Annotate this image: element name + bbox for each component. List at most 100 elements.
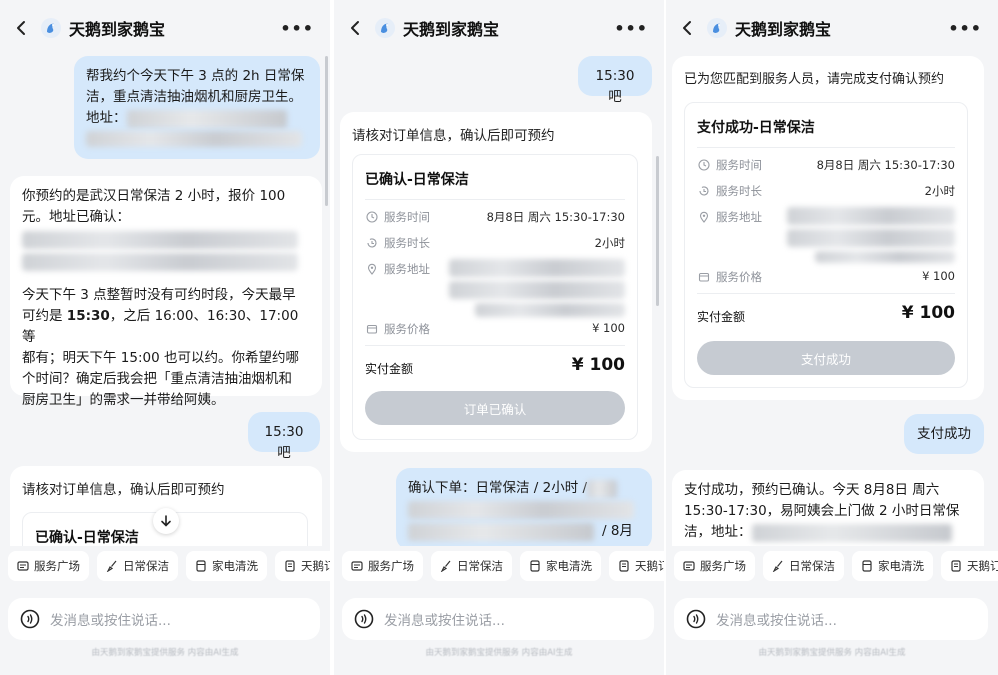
chip-service-square[interactable]: 服务广场 <box>342 551 423 581</box>
message-input-bar[interactable]: 发消息或按住说话... <box>342 598 654 640</box>
clock-icon <box>365 211 378 224</box>
location-pin-icon <box>365 263 378 276</box>
message-text: 元。地址已确认： <box>22 209 130 225</box>
order-list-icon <box>950 560 962 572</box>
assistant-message: 支付成功，预约已确认。今天 8月8日 周六 15:30-17:30，易阿姨会上门… <box>672 470 984 546</box>
chat-panel-2: 天鹅到家鹅宝 ••• 15:30吧 请核对订单信息，确认后即可预约 已确认-日常… <box>334 0 664 675</box>
timer-icon <box>365 237 378 250</box>
message-input-bar[interactable]: 发消息或按住说话... <box>674 598 988 640</box>
chip-daily-cleaning[interactable]: 日常保洁 <box>431 551 512 581</box>
total-value: ¥ 100 <box>901 303 955 323</box>
message-text: 15:30-17:30，易阿姨会上门做 2 小时日常保 <box>684 503 960 519</box>
chip-label: 日常保洁 <box>789 559 835 573</box>
message-input-placeholder[interactable]: 发消息或按住说话... <box>50 609 171 629</box>
chat-header: 天鹅到家鹅宝 ••• <box>334 0 664 56</box>
blurred-address <box>22 231 298 249</box>
row-label: 服务时间 <box>716 158 762 172</box>
back-arrow-icon[interactable] <box>346 19 364 37</box>
more-options-icon[interactable]: ••• <box>948 19 982 38</box>
chat-messages[interactable]: 15:30吧 请核对订单信息，确认后即可预约 已确认-日常保洁 服务时间 8月8… <box>334 56 664 546</box>
wallet-icon <box>365 323 378 336</box>
voice-input-icon[interactable] <box>20 609 40 629</box>
order-card[interactable]: 支付成功-日常保洁 服务时间 8月8日 周六 15:30-17:30 服务时长 … <box>684 102 968 388</box>
user-message: 15:30吧 <box>248 412 320 461</box>
quick-actions: 服务广场 日常保洁 家电清洗 天鹅订单 <box>342 551 664 585</box>
total-label: 实付金额 <box>697 310 746 324</box>
user-message: 15:30吧 <box>578 56 652 105</box>
row-service-time: 服务时间 <box>365 209 430 225</box>
row-label: 服务时长 <box>716 184 762 198</box>
blurred-address <box>408 501 634 519</box>
appliance-icon <box>861 560 873 572</box>
chip-label: 服务广场 <box>34 559 80 573</box>
row-label: 服务价格 <box>384 322 430 336</box>
message-input-placeholder[interactable]: 发消息或按住说话... <box>716 609 837 629</box>
message-text: 你预约的是武汉日常保洁 2 小时，报价 100 <box>22 188 286 204</box>
message-text: 厨房卫生」的需求一并带给阿姨。 <box>22 392 225 408</box>
chat-panel-3: 天鹅到家鹅宝 ••• 已为您匹配到服务人员，请完成支付确认预约 支付成功-日常保… <box>666 0 998 675</box>
back-arrow-icon[interactable] <box>678 19 696 37</box>
chip-service-square[interactable]: 服务广场 <box>8 551 89 581</box>
chip-orders[interactable]: 天鹅订单 <box>609 551 664 581</box>
row-label: 服务时长 <box>384 236 430 250</box>
chip-daily-cleaning[interactable]: 日常保洁 <box>763 551 844 581</box>
goose-logo-icon <box>706 17 728 39</box>
clock-icon <box>697 159 710 172</box>
app-title: 天鹅到家鹅宝 <box>403 20 500 39</box>
service-time-value: 8月8日 周六 15:30-17:30 <box>816 158 955 172</box>
location-pin-icon <box>697 211 710 224</box>
row-service-address: 服务地址 <box>697 209 762 225</box>
scrollbar[interactable] <box>656 156 659 306</box>
divider <box>365 199 625 200</box>
screenshot-root: 天鹅到家鹅宝 ••• 帮我约个今天下午 3 点的 2h 日常保 洁，重点清洁抽油… <box>0 0 998 675</box>
chip-appliance-cleaning[interactable]: 家电清洗 <box>186 551 267 581</box>
user-message: 帮我约个今天下午 3 点的 2h 日常保 洁，重点清洁抽油烟机和厨房卫生。 地址… <box>74 56 320 159</box>
more-options-icon[interactable]: ••• <box>614 19 648 38</box>
chip-label: 天鹅订单 <box>301 559 330 573</box>
chip-label: 日常保洁 <box>457 559 503 573</box>
row-label: 服务价格 <box>716 270 762 284</box>
chip-appliance-cleaning[interactable]: 家电清洗 <box>520 551 601 581</box>
chat-messages[interactable]: 已为您匹配到服务人员，请完成支付确认预约 支付成功-日常保洁 服务时间 8月8日… <box>666 56 998 546</box>
square-grid-icon <box>683 560 695 572</box>
user-message: 支付成功 <box>904 414 984 454</box>
broom-icon <box>440 560 452 572</box>
payment-success-button[interactable]: 支付成功 <box>697 341 955 375</box>
message-input-bar[interactable]: 发消息或按住说话... <box>8 598 320 640</box>
broom-icon <box>106 560 118 572</box>
chip-label: 天鹅订单 <box>967 559 998 573</box>
chip-service-square[interactable]: 服务广场 <box>674 551 755 581</box>
blurred-address <box>449 259 625 317</box>
order-card[interactable]: 已确认-日常保洁 服务时间 8月8日 周六 15:30-17:30 服务时长 2… <box>352 154 638 440</box>
chip-daily-cleaning[interactable]: 日常保洁 <box>97 551 178 581</box>
row-service-duration: 服务时长 <box>697 183 762 199</box>
row-service-address: 服务地址 <box>365 261 430 277</box>
message-text: 请核对订单信息，确认后即可预约 <box>22 482 225 498</box>
scroll-to-bottom-button[interactable] <box>153 508 179 534</box>
chip-orders[interactable]: 天鹅订单 <box>275 551 330 581</box>
row-label: 服务地址 <box>716 210 762 224</box>
back-arrow-icon[interactable] <box>12 19 30 37</box>
message-text: 洁，地址： <box>684 524 752 540</box>
app-title: 天鹅到家鹅宝 <box>735 20 832 39</box>
appliance-icon <box>195 560 207 572</box>
order-confirmed-button[interactable]: 订单已确认 <box>365 391 625 425</box>
message-text: / 8月 <box>602 523 633 539</box>
service-duration-value: 2小时 <box>924 184 955 198</box>
blurred-text <box>587 479 618 498</box>
chip-label: 服务广场 <box>700 559 746 573</box>
divider <box>697 293 955 294</box>
scrollbar[interactable] <box>325 56 328 206</box>
message-input-placeholder[interactable]: 发消息或按住说话... <box>384 609 505 629</box>
chat-messages[interactable]: 帮我约个今天下午 3 点的 2h 日常保 洁，重点清洁抽油烟机和厨房卫生。 地址… <box>0 56 330 546</box>
voice-input-icon[interactable] <box>354 609 374 629</box>
order-list-icon <box>284 560 296 572</box>
more-options-icon[interactable]: ••• <box>280 19 314 38</box>
voice-input-icon[interactable] <box>686 609 706 629</box>
row-label: 服务地址 <box>384 262 430 276</box>
message-text: 帮我约个今天下午 3 点的 2h 日常保 <box>86 68 305 84</box>
divider <box>365 345 625 346</box>
chip-appliance-cleaning[interactable]: 家电清洗 <box>852 551 933 581</box>
chip-orders[interactable]: 天鹅订单 <box>941 551 998 581</box>
goose-logo-icon <box>374 17 396 39</box>
